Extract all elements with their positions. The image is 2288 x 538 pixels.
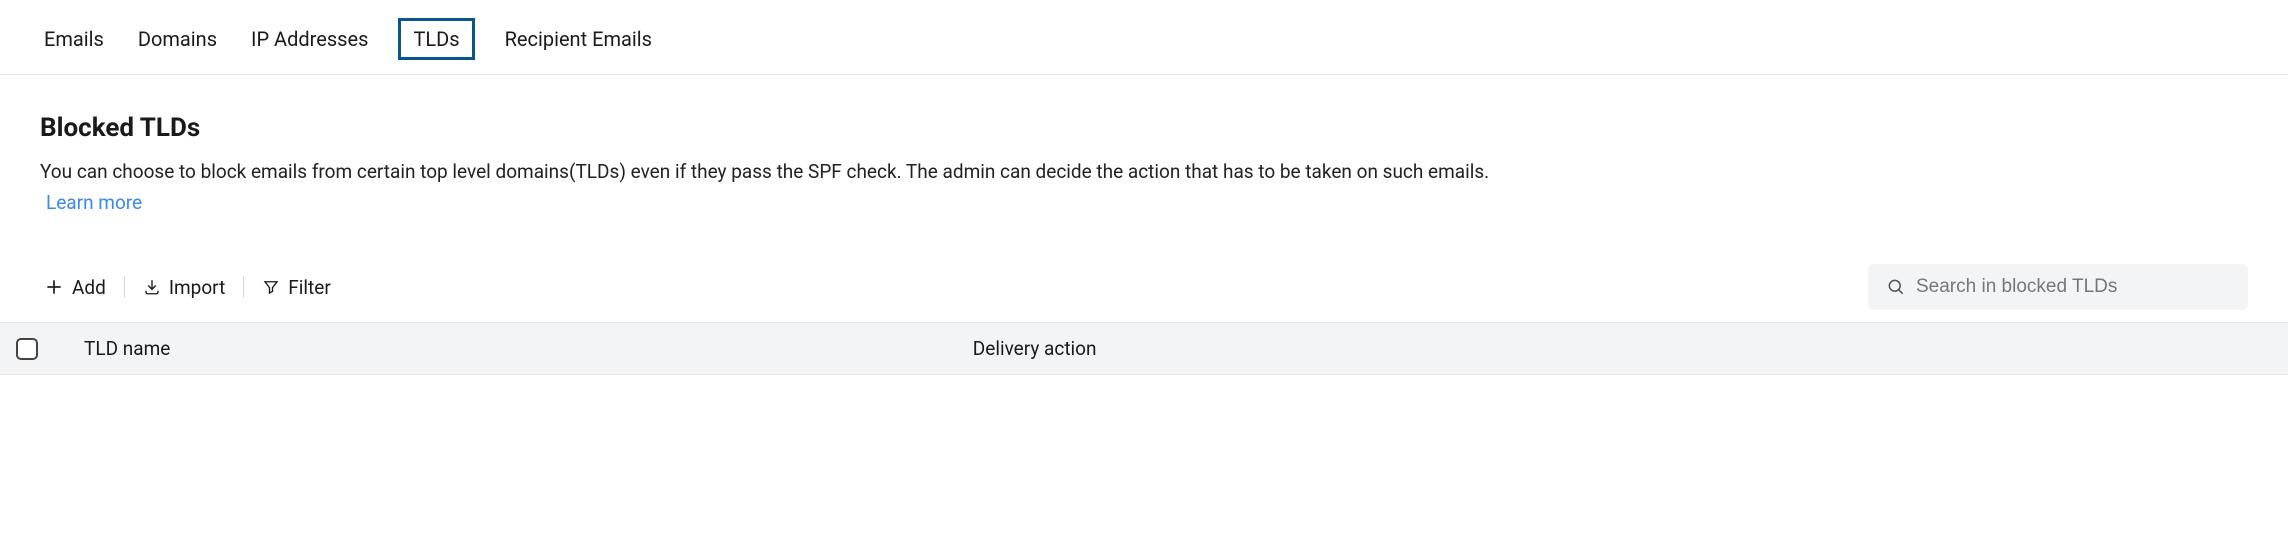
table-header: TLD name Delivery action [0,322,2288,375]
filter-icon [262,278,280,296]
plus-icon [44,277,64,297]
learn-more-link[interactable]: Learn more [46,191,142,214]
page-description: You can choose to block emails from cert… [40,160,1489,183]
column-tld-name: TLD name [80,337,973,360]
import-label: Import [169,276,225,299]
tab-ip-addresses[interactable]: IP Addresses [247,21,372,57]
select-all-checkbox[interactable] [16,338,38,360]
page-title: Blocked TLDs [40,113,2248,143]
toolbar: Add Import Filter [40,264,2248,322]
tab-tlds[interactable]: TLDs [398,18,474,60]
select-all-cell [16,338,80,360]
search-box[interactable] [1868,264,2248,310]
search-icon [1886,277,1906,297]
filter-button[interactable]: Filter [258,270,334,305]
tabs-row: Emails Domains IP Addresses TLDs Recipie… [0,0,2288,75]
import-button[interactable]: Import [139,270,229,305]
filter-label: Filter [288,276,330,299]
add-label: Add [72,276,106,299]
add-button[interactable]: Add [40,270,110,305]
tab-domains[interactable]: Domains [134,21,221,57]
separator [243,276,244,298]
tab-emails[interactable]: Emails [40,21,108,57]
tab-recipient-emails[interactable]: Recipient Emails [501,21,656,57]
search-input[interactable] [1916,276,2230,298]
toolbar-left: Add Import Filter [40,270,335,305]
main-content: Blocked TLDs You can choose to block ema… [0,75,2288,375]
import-icon [143,278,161,296]
separator [124,276,125,298]
column-delivery-action: Delivery action [973,337,2248,360]
